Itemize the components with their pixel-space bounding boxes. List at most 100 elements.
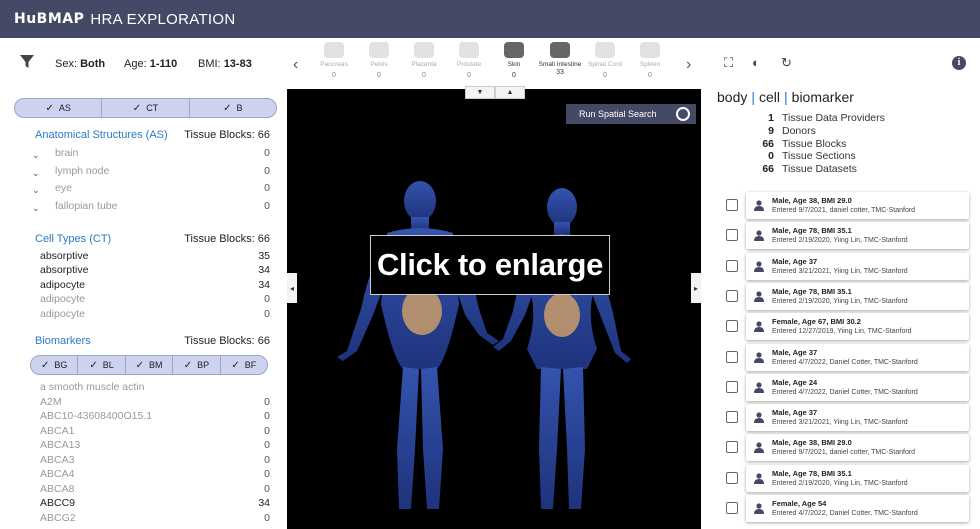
chevron-down-icon[interactable]: ⌄ [32,168,40,179]
donor-card-body[interactable]: Male, Age 24 Entered 4/7/2022, Daniel Cot… [746,373,969,401]
collapse-up-icon[interactable]: ▲ [495,86,525,99]
toggle-ct[interactable]: ✓ CT [102,99,190,117]
donor-card[interactable]: Male, Age 38, BMI 29.0 Entered 9/7/2021, … [719,434,969,462]
biomarker-item[interactable]: ABCA13 0 [40,439,270,451]
run-spatial-search-button[interactable]: Run Spatial Search [566,104,696,124]
donor-checkbox[interactable] [726,441,738,454]
donor-card-body[interactable]: Male, Age 78, BMI 35.1 Entered 2/19/2020,… [746,282,969,310]
organ-placenta[interactable]: Placenta 0 [401,42,447,79]
chevron-left-icon[interactable]: ‹ [293,56,298,74]
organ-small-intestine[interactable]: Small Intestine 33 [537,42,583,76]
donor-checkbox[interactable] [726,229,738,242]
as-item[interactable]: fallopian tube 0 [55,200,270,212]
donor-checkbox[interactable] [726,502,738,514]
chevron-down-icon[interactable]: ⌄ [32,185,40,196]
biomarker-item-value: 0 [264,468,270,480]
ct-item-label: absorptive [40,250,89,262]
toggle-as[interactable]: ✓ AS [15,99,103,117]
donor-card[interactable]: Male, Age 78, BMI 35.1 Entered 2/19/2020,… [719,464,969,492]
ct-item[interactable]: absorptive 35 [40,250,270,262]
refresh-icon[interactable]: ↻ [781,55,792,71]
toggle-bf[interactable]: ✓ BF [221,356,267,374]
organ-prostate[interactable]: Prostate 0 [446,42,492,79]
biomarker-item[interactable]: ABCC9 34 [40,497,270,509]
donor-card-body[interactable]: Female, Age 67, BMI 30.2 Entered 12/27/20… [746,313,969,341]
organ-pelvis[interactable]: Pelvis 0 [356,42,402,79]
age-filter[interactable]: Age: 1-110 [124,58,177,70]
biomarker-item[interactable]: A2M 0 [40,396,270,408]
biomarker-item[interactable]: ABC10-43608400O15.1 0 [40,410,270,422]
donor-subtitle: Entered 9/7/2021, daniel cotter, TMC-Sta… [772,207,916,214]
breadcrumb-biomarker[interactable]: biomarker [792,89,854,105]
donor-card[interactable]: Male, Age 37 Entered 4/7/2022, Daniel Cot… [719,343,969,371]
app-logo[interactable]: HuBMAP [14,11,84,27]
biomarker-item[interactable]: ABCG2 0 [40,512,270,524]
donor-checkbox[interactable] [726,259,738,272]
click-to-enlarge-overlay[interactable]: Click to enlarge [370,235,610,295]
as-item[interactable]: lymph node 0 [55,165,270,177]
donor-card-body[interactable]: Male, Age 37 Entered 4/7/2022, Daniel Cot… [746,343,969,371]
donor-card-body[interactable]: Male, Age 37 Entered 3/21/2021, Yiing Lin… [746,404,969,432]
toggle-bg[interactable]: ✓ BG [31,356,79,374]
breadcrumb-cell[interactable]: cell [759,89,780,105]
biomarker-item[interactable]: ABCA4 0 [40,468,270,480]
bmi-filter[interactable]: BMI: 13-83 [198,58,252,70]
donor-checkbox[interactable] [726,320,738,333]
ct-item[interactable]: absorptive 34 [40,264,270,276]
donor-card-body[interactable]: Male, Age 38, BMI 29.0 Entered 9/7/2021, … [746,434,969,462]
biomarker-item[interactable]: ABCA1 0 [40,425,270,437]
as-section-title[interactable]: Anatomical Structures (AS) [35,129,168,141]
organ-spinal-cord[interactable]: Spinal Cord 0 [582,42,628,79]
biomarker-section-title[interactable]: Biomarkers [35,335,91,347]
chevron-down-icon[interactable]: ⌄ [32,203,40,214]
biomarker-item[interactable]: ABCA8 0 [40,483,270,495]
chevron-down-icon[interactable]: ⌄ [32,150,40,161]
toggle-b[interactable]: ✓ B [190,99,276,117]
donor-checkbox[interactable] [726,289,738,302]
biomarker-item[interactable]: ABCA3 0 [40,454,270,466]
chevron-right-icon[interactable]: › [686,56,691,74]
donor-card[interactable]: Male, Age 37 Entered 3/21/2021, Yiing Lin… [719,404,969,432]
donor-card[interactable]: Male, Age 38, BMI 29.0 Entered 9/7/2021, … [719,192,969,219]
organ-pancreas[interactable]: Pancreas 0 [311,42,357,79]
donor-card[interactable]: Male, Age 78, BMI 35.1 Entered 2/19/2020,… [719,222,969,250]
organ-spleen[interactable]: Spleen 0 [627,42,673,79]
donor-card[interactable]: Male, Age 78, BMI 35.1 Entered 2/19/2020,… [719,282,969,310]
donor-checkbox[interactable] [726,411,738,424]
ct-item[interactable]: adipocyte 34 [40,279,270,291]
info-icon[interactable]: i [952,56,966,70]
donor-card[interactable]: Male, Age 24 Entered 4/7/2022, Daniel Cot… [719,373,969,401]
theme-toggle-icon[interactable]: ◐ [752,55,760,70]
ct-item[interactable]: adipocyte 0 [40,293,270,305]
donor-card[interactable]: Female, Age 54 Entered 4/7/2022, Daniel C… [719,495,969,522]
donor-card[interactable]: Female, Age 67, BMI 30.2 Entered 12/27/20… [719,313,969,341]
toggle-bm[interactable]: ✓ BM [126,356,174,374]
sex-filter-value: Both [80,58,106,70]
donor-checkbox[interactable] [726,350,738,363]
biomarker-item[interactable]: a smooth muscle actin [40,381,270,393]
body-viewer[interactable] [287,89,701,529]
filter-icon[interactable] [20,55,34,69]
donor-card-body[interactable]: Female, Age 54 Entered 4/7/2022, Daniel C… [746,495,969,522]
donor-card-body[interactable]: Male, Age 78, BMI 35.1 Entered 2/19/2020,… [746,464,969,492]
donor-checkbox[interactable] [726,199,738,211]
expand-right-icon[interactable]: ▸ [691,273,701,303]
breadcrumb-body[interactable]: body [717,89,747,105]
sex-filter[interactable]: Sex: Both [55,58,105,70]
organ-skin[interactable]: Skin 0 [491,42,537,79]
toggle-bl[interactable]: ✓ BL [78,356,126,374]
donor-card-body[interactable]: Male, Age 37 Entered 3/21/2021, Yiing Lin… [746,252,969,280]
donor-checkbox[interactable] [726,471,738,484]
as-item[interactable]: eye 0 [55,182,270,194]
expand-left-icon[interactable]: ◂ [287,273,297,303]
fullscreen-icon[interactable]: ⛶ [724,55,733,71]
toggle-bp[interactable]: ✓ BP [173,356,221,374]
as-item[interactable]: brain 0 [55,147,270,159]
collapse-down-icon[interactable]: ▼ [465,86,495,99]
donor-card-body[interactable]: Male, Age 38, BMI 29.0 Entered 9/7/2021, … [746,192,969,219]
ct-item[interactable]: adipocyte 0 [40,308,270,320]
donor-card-body[interactable]: Male, Age 78, BMI 35.1 Entered 2/19/2020,… [746,222,969,250]
donor-checkbox[interactable] [726,380,738,393]
donor-card[interactable]: Male, Age 37 Entered 3/21/2021, Yiing Lin… [719,252,969,280]
ct-section-title[interactable]: Cell Types (CT) [35,233,111,245]
